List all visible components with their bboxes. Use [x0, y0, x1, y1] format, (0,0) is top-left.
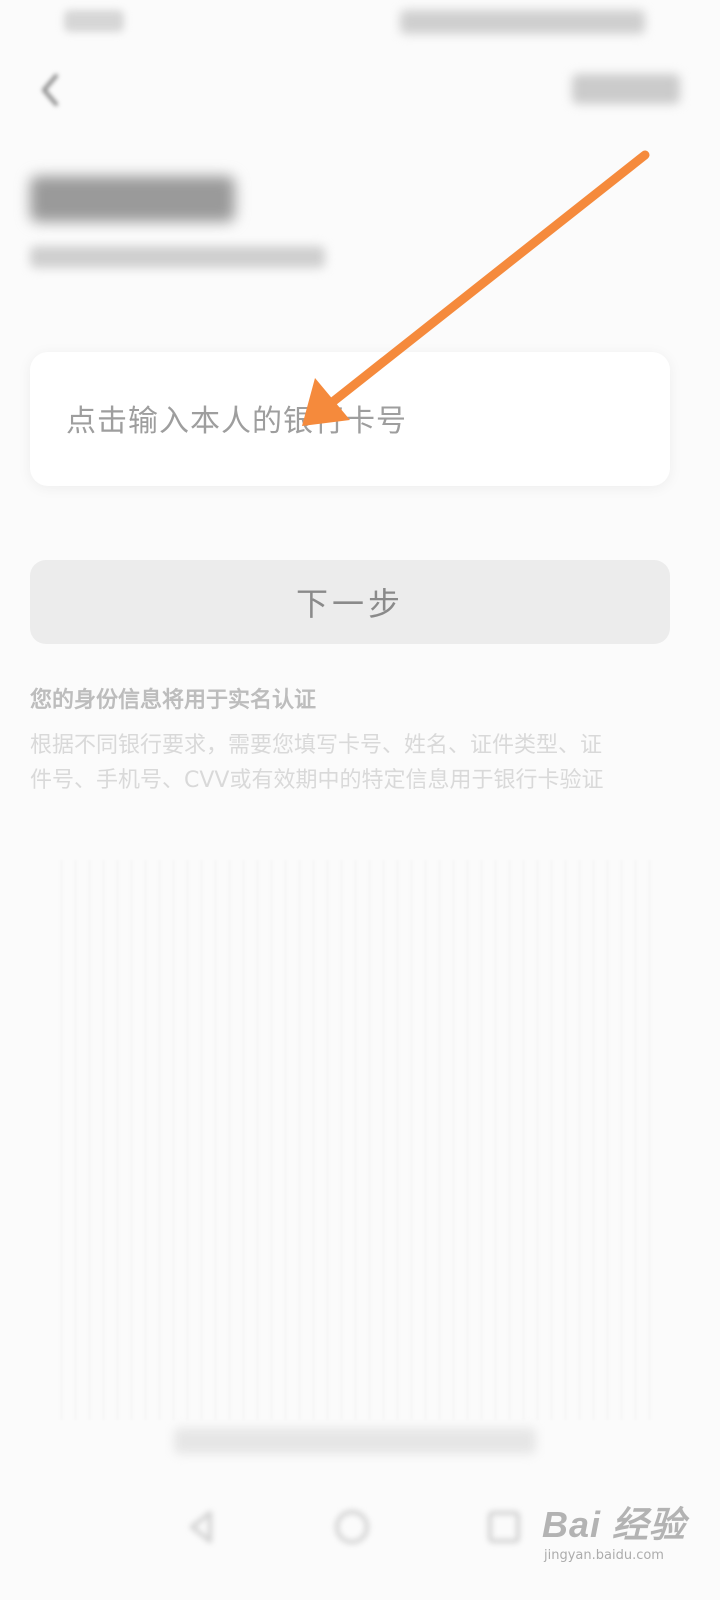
page-subtitle-blurred [30, 246, 325, 268]
status-icons-blurred [400, 10, 645, 34]
card-number-placeholder: 点击输入本人的银行卡号 [66, 404, 407, 439]
bank-card-number-input[interactable]: 点击输入本人的银行卡号 [30, 352, 670, 486]
identity-info-line-2: 件号、手机号、CVV或有效期中的特定信息用于银行卡验证 [30, 768, 604, 793]
add-bank-card-screen: 点击输入本人的银行卡号 下一步 您的身份信息将用于实名认证 根据不同银行要求，需… [0, 0, 720, 1600]
page-title-blurred [30, 176, 235, 222]
back-arrow-icon[interactable] [32, 70, 72, 110]
next-step-button[interactable]: 下一步 [30, 560, 670, 644]
baidu-jingyan-watermark: Bai 经验 jingyan.baidu.com [538, 1490, 710, 1580]
nav-back-icon[interactable] [180, 1505, 224, 1549]
watermark-url: jingyan.baidu.com [544, 1548, 664, 1563]
identity-info-body: 根据不同银行要求，需要您填写卡号、姓名、证件类型、证 件号、手机号、CVV或有效… [30, 728, 670, 800]
identity-info-line-1: 根据不同银行要求，需要您填写卡号、姓名、证件类型、证 [30, 733, 603, 758]
watermark-brand: Bai 经验 [542, 1504, 687, 1545]
status-time-blurred [64, 10, 124, 32]
faint-background-pattern [60, 860, 660, 1420]
status-bar [0, 0, 720, 48]
bottom-links-blurred[interactable] [174, 1428, 536, 1454]
nav-recent-apps-icon[interactable] [482, 1505, 526, 1549]
identity-info-title: 您的身份信息将用于实名认证 [30, 688, 317, 713]
next-step-label: 下一步 [295, 585, 404, 623]
header-action-blurred[interactable] [572, 74, 680, 104]
nav-home-icon[interactable] [330, 1505, 374, 1549]
